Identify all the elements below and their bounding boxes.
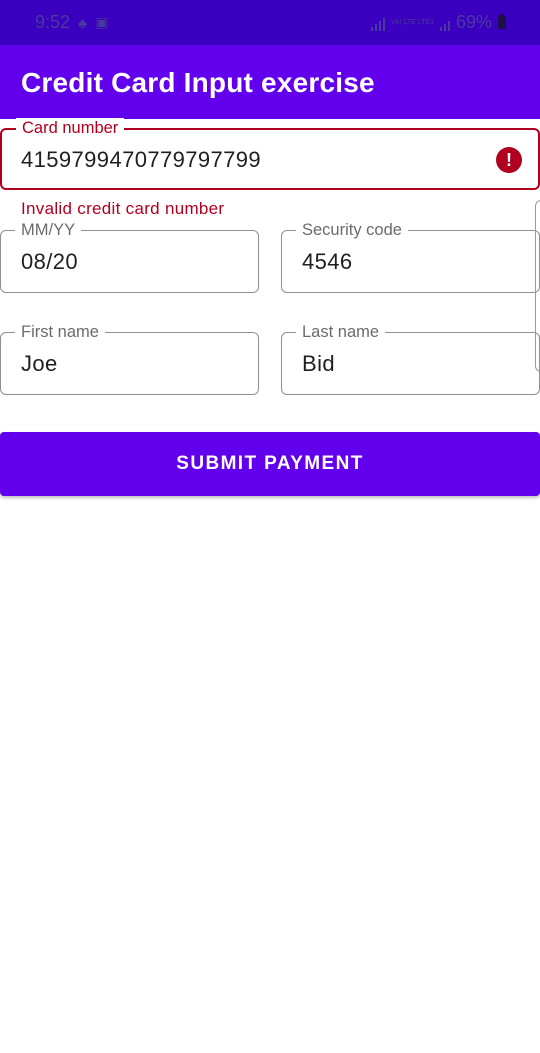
first-name-field[interactable]: First name bbox=[0, 322, 259, 395]
card-number-field[interactable]: Card number ! bbox=[0, 118, 540, 190]
expiry-input[interactable] bbox=[21, 249, 227, 275]
expiry-field[interactable]: MM/YY bbox=[0, 220, 259, 293]
battery-icon bbox=[498, 14, 506, 29]
app-bar: Credit Card Input exercise bbox=[0, 45, 540, 119]
last-name-input[interactable] bbox=[302, 351, 508, 377]
signal-strength-2-icon bbox=[439, 15, 450, 31]
card-number-label: Card number bbox=[16, 118, 125, 138]
app-title: Credit Card Input exercise bbox=[21, 67, 375, 98]
status-time: 9:52 bbox=[35, 12, 71, 32]
notification-icon: ♣ bbox=[78, 14, 88, 31]
signal-strength-icon bbox=[371, 15, 386, 31]
error-icon: ! bbox=[496, 147, 522, 173]
security-code-input[interactable] bbox=[302, 249, 508, 275]
last-name-field[interactable]: Last name bbox=[281, 322, 540, 395]
status-left: 9:52 ♣ ▣ bbox=[35, 0, 108, 45]
status-right: Vo) LTE LTE1 69% bbox=[371, 0, 506, 45]
submit-payment-button[interactable]: SUBMIT PAYMENT bbox=[0, 432, 540, 496]
card-number-error-text: Invalid credit card number bbox=[21, 199, 225, 218]
battery-percentage: 69% bbox=[455, 12, 492, 32]
security-code-field[interactable]: Security code bbox=[281, 220, 540, 293]
status-bar: 9:52 ♣ ▣ Vo) LTE LTE1 69% bbox=[0, 0, 540, 45]
offscreen-field-edge bbox=[535, 200, 540, 372]
network-type-label: Vo) LTE LTE1 bbox=[391, 18, 434, 26]
sim-card-icon: ▣ bbox=[95, 14, 109, 30]
first-name-label: First name bbox=[15, 322, 105, 342]
expiry-label: MM/YY bbox=[15, 220, 82, 240]
security-code-label: Security code bbox=[296, 220, 408, 240]
card-number-input[interactable] bbox=[21, 147, 450, 173]
first-name-input[interactable] bbox=[21, 351, 227, 377]
last-name-label: Last name bbox=[296, 322, 386, 342]
